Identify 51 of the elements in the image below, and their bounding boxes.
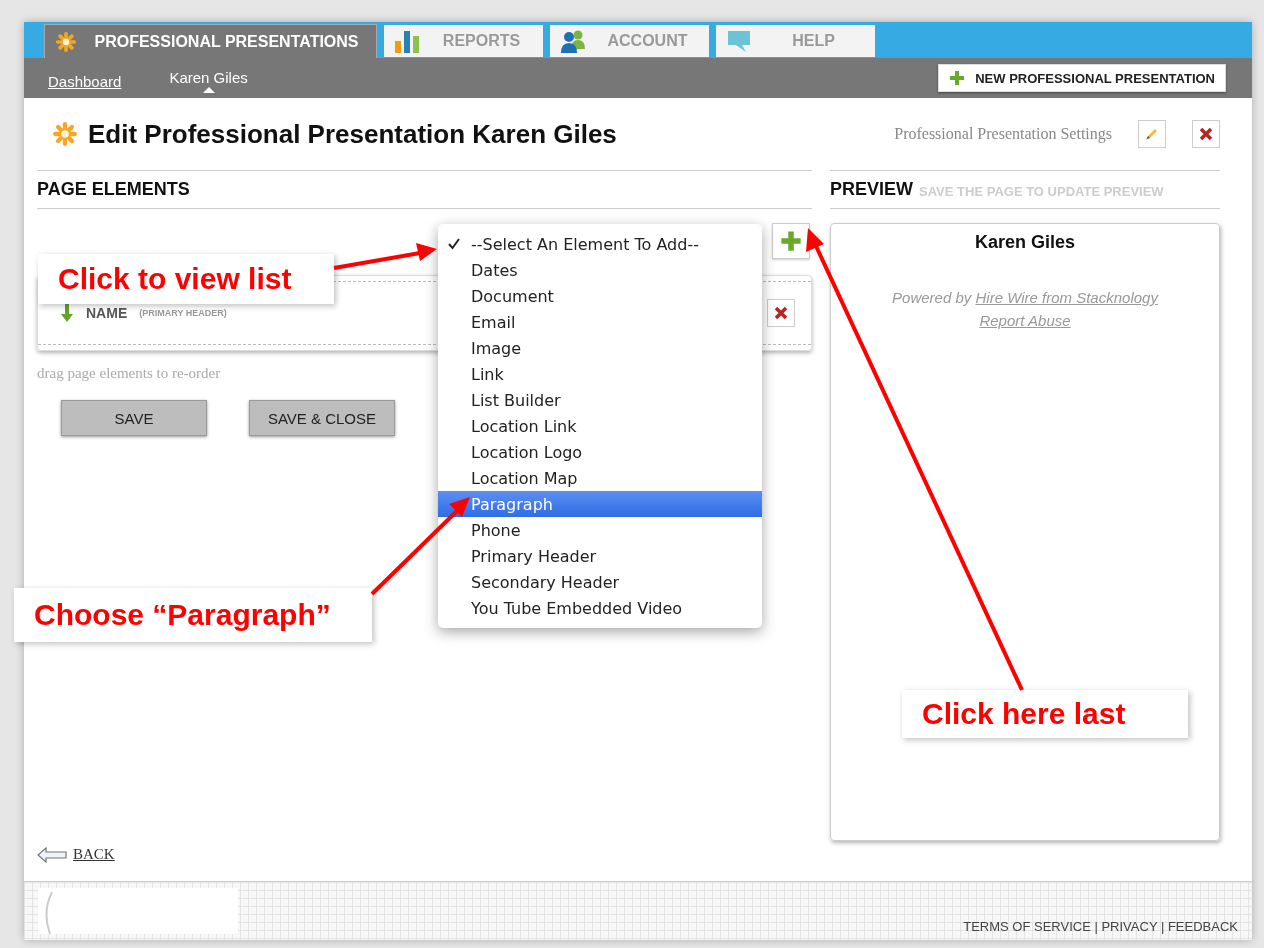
close-button[interactable]	[1192, 120, 1220, 148]
close-icon	[1199, 127, 1213, 141]
annotation-callout: Click to view list	[38, 254, 334, 304]
save-button[interactable]: SAVE	[61, 400, 207, 436]
dropdown-option[interactable]: Location Link	[438, 413, 762, 439]
powered-by-text: Powered by	[892, 289, 972, 306]
dropdown-option[interactable]: Secondary Header	[438, 569, 762, 595]
dropdown-option[interactable]: Location Logo	[438, 439, 762, 465]
asterisk-icon	[55, 30, 77, 53]
back-link[interactable]: BACK	[73, 846, 115, 863]
plus-icon	[949, 70, 966, 86]
dropdown-option[interactable]: Paragraph	[438, 491, 762, 517]
breadcrumb-link[interactable]: Dashboard	[48, 66, 122, 90]
page-title: Edit Professional Presentation Karen Giles	[88, 118, 617, 150]
checkmark-icon	[448, 238, 460, 250]
add-element-button[interactable]	[772, 223, 810, 259]
dropdown-option[interactable]: Email	[438, 309, 762, 335]
dropdown-option[interactable]: Location Map	[438, 465, 762, 491]
dropdown-option[interactable]: Phone	[438, 517, 762, 543]
people-icon	[560, 29, 586, 53]
breadcrumb-link[interactable]: Karen Giles	[169, 63, 248, 93]
dropdown-option[interactable]: You Tube Embedded Video	[438, 595, 762, 621]
reorder-hint: drag page elements to re-order	[37, 365, 221, 382]
save-button[interactable]: SAVE & CLOSE	[249, 400, 395, 436]
element-name: NAME	[86, 305, 128, 321]
dropdown-option[interactable]: Primary Header	[438, 543, 762, 569]
section-heading: PREVIEW	[830, 179, 913, 200]
dropdown-option[interactable]: Document	[438, 283, 762, 309]
footer-links[interactable]: TERMS OF SERVICE | PRIVACY | FEEDBACK	[963, 919, 1238, 934]
asterisk-icon	[52, 121, 78, 147]
dropdown-option[interactable]: Dates	[438, 257, 762, 283]
speech-bubble-icon	[726, 29, 752, 53]
dropdown-option[interactable]: List Builder	[438, 387, 762, 413]
down-arrow-icon	[60, 303, 74, 323]
dropdown-option[interactable]: Image	[438, 335, 762, 361]
settings-label: Professional Presentation Settings	[894, 125, 1112, 143]
pencil-icon	[1144, 126, 1160, 142]
bar-chart-icon	[394, 29, 420, 53]
nav-tab[interactable]: PROFESSIONAL PRESENTATIONS	[44, 24, 377, 58]
delete-button[interactable]	[767, 299, 795, 327]
plus-icon	[780, 230, 802, 252]
preview-name: Karen Giles	[974, 232, 1075, 253]
dropdown-option[interactable]: Link	[438, 361, 762, 387]
section-heading: PAGE ELEMENTS	[37, 179, 190, 200]
annotation-callout: Click here last	[902, 690, 1188, 738]
close-icon	[774, 306, 788, 320]
dropdown-option[interactable]: --Select An Element To Add--	[438, 231, 762, 257]
annotation-callout: Choose “Paragraph”	[14, 588, 372, 642]
new-presentation-button[interactable]: NEW PROFESSIONAL PRESENTATION	[938, 64, 1226, 92]
back-arrow-icon	[37, 846, 67, 863]
element-type: (PRIMARY HEADER)	[139, 308, 227, 318]
